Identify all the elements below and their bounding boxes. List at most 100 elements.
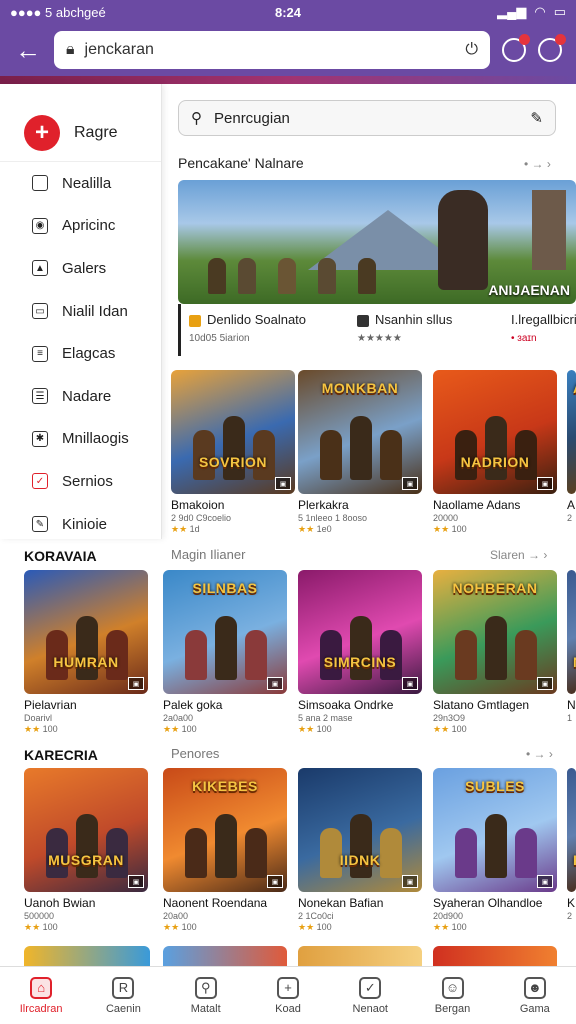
game-tile[interactable]: NOHBERAN ▣ [433, 570, 557, 694]
game-tile[interactable]: SILNBAS ▣ [163, 570, 287, 694]
hero-info-item[interactable]: I.lregallbicri • ɜaɪn [511, 312, 576, 344]
nav-item[interactable]: + Koad [247, 967, 329, 1024]
sidebar-item[interactable]: ✎ Kinioie [0, 503, 161, 546]
reload-icon[interactable]: ⏻ [465, 41, 478, 59]
left-section-title: KARECRIA [24, 747, 98, 763]
game-title[interactable]: K [567, 896, 576, 910]
nav-item[interactable]: ☺ Bergan [411, 967, 493, 1024]
nav-item[interactable]: ⌂ Ilrcadran [0, 967, 82, 1024]
game-title[interactable]: Nonekan Bafian [298, 896, 422, 910]
hero-info-item[interactable]: Denlido Soalnato 10d05 5iarion [189, 312, 306, 344]
game-title[interactable]: Pielavrian [24, 698, 148, 712]
nav-label: Bergan [434, 1002, 471, 1015]
character-figure [455, 630, 477, 680]
featured-more-link[interactable]: • → › [524, 157, 551, 171]
section-more-link[interactable]: Slaren → › [490, 548, 547, 562]
game-title[interactable]: Syaheran Olhandloe [433, 896, 557, 910]
game-icon [357, 314, 369, 327]
expand-icon[interactable]: ▣ [537, 875, 553, 888]
edit-icon: ✎ [32, 516, 48, 533]
rating-value: 100 [451, 524, 467, 534]
star-icon: ★★ [24, 724, 43, 734]
game-title[interactable]: A [567, 498, 576, 512]
game-tile[interactable]: SIMRCINS ▣ [298, 570, 422, 694]
game-title[interactable]: Bmakoion [171, 498, 295, 512]
hero-figure [318, 258, 336, 294]
nav-label: Caenin [105, 1002, 141, 1015]
game-rating: ★★ 100 [24, 922, 58, 933]
nav-item[interactable]: ⚲ Matalt [165, 967, 247, 1024]
game-tile[interactable]: MUSGRAN ▣ [24, 768, 148, 892]
search-bar[interactable]: ⚲ Penrcugian ✎ [178, 100, 556, 136]
bottom-navigation: ⌂ Ilrcadran R Caenin ⚲ Matalt + Koad ✓ Nenaot ☺ Ber… [0, 966, 576, 1024]
bell-icon: ▲ [32, 260, 48, 277]
nav-label: Ilrcadran [19, 1002, 63, 1015]
section-title: Penores [171, 746, 220, 761]
alert-icon[interactable] [538, 34, 566, 62]
rating-value: 100 [316, 922, 332, 932]
hero-info-item[interactable]: Nsanhin sllus ★★★★★ [357, 312, 452, 344]
section-more-link[interactable]: • → › [526, 747, 553, 761]
expand-icon[interactable]: ▣ [402, 677, 418, 690]
expand-icon[interactable]: ▣ [128, 677, 144, 690]
url-field[interactable]: 🔒︎ jenckaran ⏻ [54, 31, 490, 69]
sidebar-list: Nealilla ◉ Apricinc ▲ Galers ▭ Nialil Idan ≡ Ela… [0, 162, 161, 545]
sidebar-item-label: Kinioie [62, 515, 108, 533]
sidebar-primary-button[interactable]: + Ragre [0, 84, 161, 162]
game-tile[interactable]: SUBLES ▣ [433, 768, 557, 892]
game-tile[interactable]: K [567, 768, 576, 892]
search-input[interactable]: Penrcugian [214, 110, 518, 127]
expand-icon[interactable]: ▣ [537, 477, 553, 490]
character-figure [76, 814, 98, 878]
game-title[interactable]: N [567, 698, 576, 712]
sidebar-item[interactable]: ☰ Nadare [0, 375, 161, 418]
game-tile[interactable]: IIDNK ▣ [298, 768, 422, 892]
nav-item[interactable]: R Caenin [82, 967, 164, 1024]
sidebar-item-label: Elagcas [62, 345, 116, 363]
rating-value: 1e0 [316, 524, 332, 534]
game-title[interactable]: Slatano Gmtlagen [433, 698, 557, 712]
sidebar-item[interactable]: ◉ Apricinc [0, 205, 161, 248]
hero-banner[interactable]: ANIJAENAN [178, 180, 576, 304]
nav-item[interactable]: ✓ Nenaot [329, 967, 411, 1024]
expand-icon[interactable]: ▣ [267, 677, 283, 690]
star-icon: ★★ [163, 922, 182, 932]
game-tile[interactable]: KIKEBES ▣ [163, 768, 287, 892]
sidebar-item[interactable]: ✓ Sernios [0, 460, 161, 503]
nav-item[interactable]: ☻ Gama [494, 967, 576, 1024]
sidebar-item[interactable]: ▭ Nialil Idan [0, 290, 161, 333]
game-title[interactable]: Plerkakra [298, 498, 422, 512]
game-title[interactable]: Uanoh Bwian [24, 896, 148, 910]
game-tile[interactable]: NADRION ▣ [433, 370, 557, 494]
game-logo: KIKEBES [192, 778, 258, 794]
featured-title: Pencakane' Nalnare [178, 155, 304, 171]
game-title[interactable]: Naonent Roendana [163, 896, 287, 910]
game-tile[interactable]: MONKBAN ▣ [298, 370, 422, 494]
tile-peek [433, 946, 557, 966]
game-title[interactable]: Palek goka [163, 698, 287, 712]
game-title[interactable]: Naollame Adans [433, 498, 557, 512]
expand-icon[interactable]: ▣ [402, 875, 418, 888]
edit-icon[interactable]: ✎ [530, 109, 543, 127]
sidebar-item[interactable]: ≡ Elagcas [0, 332, 161, 375]
arrow-left-icon[interactable]: ← [14, 35, 42, 66]
expand-icon[interactable]: ▣ [402, 477, 418, 490]
gamepad-icon: ◉ [32, 217, 48, 234]
game-tile[interactable]: HUMRAN ▣ [24, 570, 148, 694]
expand-icon[interactable]: ▣ [128, 875, 144, 888]
game-tile[interactable]: N [567, 570, 576, 694]
sidebar-item[interactable]: Nealilla [0, 162, 161, 205]
expand-icon[interactable]: ▣ [537, 677, 553, 690]
sidebar-item-label: Galers [62, 259, 107, 277]
expand-icon[interactable]: ▣ [275, 477, 291, 490]
game-rating: ★★ 100 [298, 922, 332, 933]
notification-icon[interactable] [502, 34, 530, 62]
sidebar-item[interactable]: ✱ Mnillaogis [0, 418, 161, 461]
expand-icon[interactable]: ▣ [267, 875, 283, 888]
sidebar-item[interactable]: ▲ Galers [0, 247, 161, 290]
sidebar-item-label: Nadare [62, 387, 112, 405]
game-title[interactable]: Simsoaka Ondrke [298, 698, 422, 712]
game-tile[interactable]: SOVRION ▣ [171, 370, 295, 494]
folder-icon: ▭ [32, 303, 48, 320]
game-tile[interactable]: A [567, 370, 576, 494]
